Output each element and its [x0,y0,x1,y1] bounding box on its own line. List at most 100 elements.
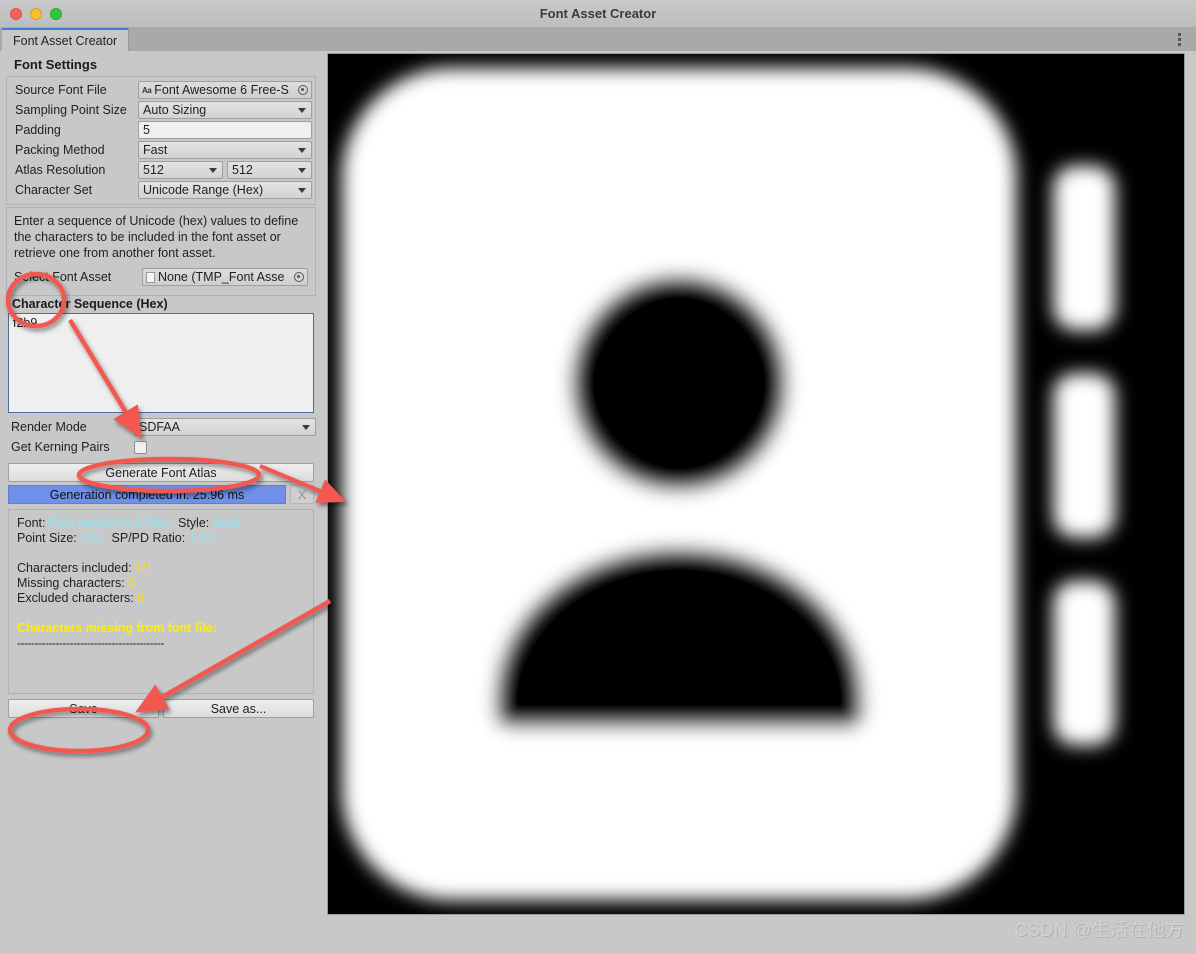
info-excluded-value: 0 [137,591,145,605]
generate-font-atlas-label: Generate Font Atlas [105,465,217,480]
field-get-kerning-pairs: Get Kerning Pairs [6,437,316,457]
info-line-missing: Missing characters: 0 [17,576,305,591]
character-set-dropdown[interactable]: Unicode Range (Hex) [138,181,312,199]
label-padding: Padding [15,123,61,137]
app-window: Font Asset Creator Font Asset Creator Fo… [0,0,1196,954]
select-font-asset-objectfield[interactable]: None (TMP_Font Asse [142,268,308,286]
field-atlas-resolution: Atlas Resolution 512 512 [10,160,312,180]
info-line-point-size: Point Size: 499 SP/PD Ratio: 1.0% [17,531,305,546]
field-sampling-point-size: Sampling Point Size Auto Sizing [10,100,312,120]
info-style-value: Solid [212,516,241,530]
label-get-kerning-pairs: Get Kerning Pairs [11,440,110,454]
window-titlebar: Font Asset Creator [0,0,1196,28]
generation-progress-row: Generation completed in: 25.96 ms X [6,485,316,504]
font-aa-icon: Aa [142,85,152,95]
atlas-resolution-height-dropdown[interactable]: 512 [227,161,312,179]
label-sampling-point-size: Sampling Point Size [15,103,127,117]
cancel-generation-button[interactable]: X [290,485,314,504]
generate-font-atlas-button[interactable]: Generate Font Atlas [8,463,314,482]
field-select-font-asset: Select Font Asset None (TMP_Font Asse [14,267,308,287]
help-text: Enter a sequence of Unicode (hex) values… [14,214,299,260]
chevron-down-icon [302,425,310,430]
watermark: CSDN @生活在他方 [1014,920,1184,940]
save-as-button-label: Save as... [210,701,267,716]
chevron-down-icon [298,108,306,113]
info-style-label: Style: [178,516,210,530]
save-button-label: Save [69,701,98,716]
save-buttons-row: Save Save as... [8,699,314,718]
render-mode-dropdown[interactable]: SDFAA [134,418,316,436]
chevron-down-icon [298,188,306,193]
tab-strip: Font Asset Creator [0,28,1196,51]
tab-font-asset-creator[interactable]: Font Asset Creator [2,28,130,51]
source-font-file-value: Font Awesome 6 Free-S [154,83,289,97]
window-title: Font Asset Creator [539,6,657,21]
label-character-sequence: Character Sequence (Hex) [12,297,168,311]
atlas-resolution-width-value: 512 [143,163,164,177]
save-button[interactable]: Save [8,699,159,718]
generation-progress-bar: Generation completed in: 25.96 ms [8,485,286,504]
info-divider: ----------------------------------------… [17,636,164,650]
render-mode-value: SDFAA [139,420,180,434]
document-icon [146,271,155,283]
object-picker-icon[interactable] [298,85,308,95]
info-spacer-2 [17,606,305,621]
atlas-resolution-height-value: 512 [232,163,253,177]
tab-label: Font Asset Creator [13,33,118,48]
field-character-set: Character Set Unicode Range (Hex) [10,180,312,200]
info-line-included: Characters included: 1/1 [17,561,305,576]
kebab-menu-icon[interactable] [1173,30,1185,48]
packing-method-dropdown[interactable]: Fast [138,141,312,159]
packing-method-value: Fast [143,143,168,157]
section-title-font-settings: Font Settings [14,57,98,72]
label-render-mode: Render Mode [11,420,87,434]
chevron-down-icon [298,148,306,153]
info-ratio-value: 1.0% [188,531,218,545]
font-atlas-preview[interactable] [327,53,1185,915]
help-text-box: Enter a sequence of Unicode (hex) values… [6,207,316,296]
field-packing-method: Packing Method Fast [10,140,312,160]
select-font-asset-value: None (TMP_Font Asse [158,270,285,284]
field-padding: Padding 5 [10,120,312,140]
info-included-value: 1/1 [135,561,153,575]
generation-info-box: Font: Font Awesome 6 Free Style: Solid P… [8,509,314,694]
field-render-mode: Render Mode SDFAA [6,417,316,437]
character-sequence-textarea[interactable]: f2b9 [8,313,314,413]
info-line-excluded: Excluded characters: 0 [17,591,305,606]
sampling-point-size-dropdown[interactable]: Auto Sizing [138,101,312,119]
label-atlas-resolution: Atlas Resolution [15,163,106,177]
save-as-button[interactable]: Save as... [163,699,314,718]
info-missing-value: 0 [128,576,136,590]
inspector-panel: Font Settings Source Font File Aa Font A… [0,51,320,954]
info-ratio-label: SP/PD Ratio: [111,531,186,545]
character-sequence-value: f2b9 [13,316,38,330]
info-point-size-value: 499 [80,531,102,545]
atlas-resolution-width-dropdown[interactable]: 512 [138,161,223,179]
source-font-file-objectfield[interactable]: Aa Font Awesome 6 Free-S [138,81,312,99]
padding-input[interactable]: 5 [138,121,312,139]
close-icon: X [297,487,306,502]
character-set-value: Unicode Range (Hex) [143,183,264,197]
info-missing-from-file-header: Characters missing from font file: [17,621,218,635]
label-packing-method: Packing Method [15,143,105,157]
padding-value: 5 [143,123,150,137]
chevron-down-icon [298,168,306,173]
sampling-point-size-value: Auto Sizing [143,103,207,117]
label-character-set: Character Set [15,183,93,197]
label-select-font-asset: Select Font Asset [14,270,112,284]
generation-progress-text: Generation completed in: 25.96 ms [49,487,245,502]
chevron-down-icon [209,168,217,173]
info-font-value: Font Awesome 6 Free [48,516,172,530]
field-source-font-file: Source Font File Aa Font Awesome 6 Free-… [10,80,312,100]
get-kerning-pairs-checkbox[interactable] [134,440,147,454]
info-font-label: Font: [17,516,46,530]
label-source-font-file: Source Font File [15,83,107,97]
object-picker-icon[interactable] [294,272,304,282]
info-excluded-label: Excluded characters: [17,591,134,605]
info-point-size-label: Point Size: [17,531,77,545]
info-missing-label: Missing characters: [17,576,125,590]
info-included-label: Characters included: [17,561,132,575]
info-line-font: Font: Font Awesome 6 Free Style: Solid [17,516,305,531]
address-book-icon [328,54,1184,914]
